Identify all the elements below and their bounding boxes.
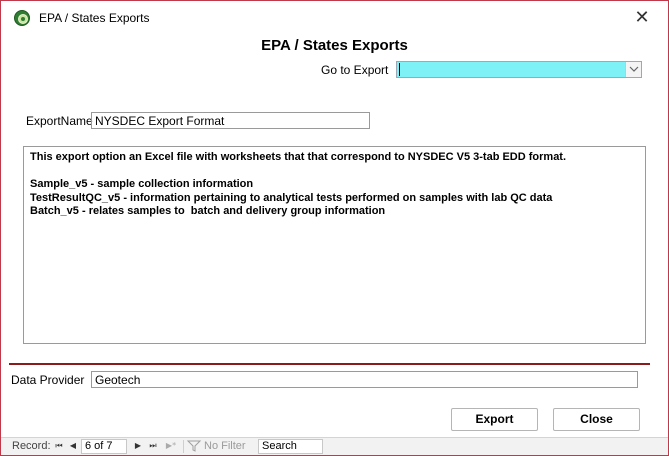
nav-separator [183,440,184,453]
last-record-icon[interactable]: ⏭ [147,440,159,452]
close-button[interactable]: Close [553,408,640,431]
text-caret [399,63,400,76]
export-name-field[interactable]: NYSDEC Export Format [91,112,370,129]
no-filter-toggle[interactable]: No Filter [187,439,253,454]
goto-export-dropdown[interactable] [396,61,642,78]
filter-icon [187,440,201,452]
section-divider [9,363,650,365]
export-window: EPA / States Exports ✕ EPA / States Expo… [0,0,669,456]
record-position-field[interactable]: 6 of 7 [81,439,127,454]
search-input[interactable]: Search [258,439,323,454]
first-record-icon[interactable]: ⏮ [53,440,65,452]
previous-record-icon[interactable]: ◀ [67,440,79,452]
chevron-down-icon[interactable] [625,62,641,77]
no-filter-label: No Filter [204,440,246,452]
data-provider-field[interactable]: Geotech [91,371,638,388]
new-record-icon[interactable]: ▶* [162,440,180,452]
form-heading: EPA / States Exports [261,37,408,54]
access-form-icon [14,10,30,26]
title-bar: EPA / States Exports ✕ [1,1,668,35]
close-icon[interactable]: ✕ [631,8,653,28]
export-button[interactable]: Export [451,408,538,431]
window-title: EPA / States Exports [39,11,150,25]
next-record-icon[interactable]: ▶ [132,440,144,452]
export-description[interactable]: This export option an Excel file with wo… [23,146,646,344]
data-provider-label: Data Provider [11,373,85,387]
record-label: Record: [12,440,51,452]
goto-export-label: Go to Export [321,63,389,77]
export-name-label: ExportName [26,114,93,128]
record-navigation-bar: Record: ⏮ ◀ 6 of 7 ▶ ⏭ ▶* No Filter Sear… [1,437,668,455]
